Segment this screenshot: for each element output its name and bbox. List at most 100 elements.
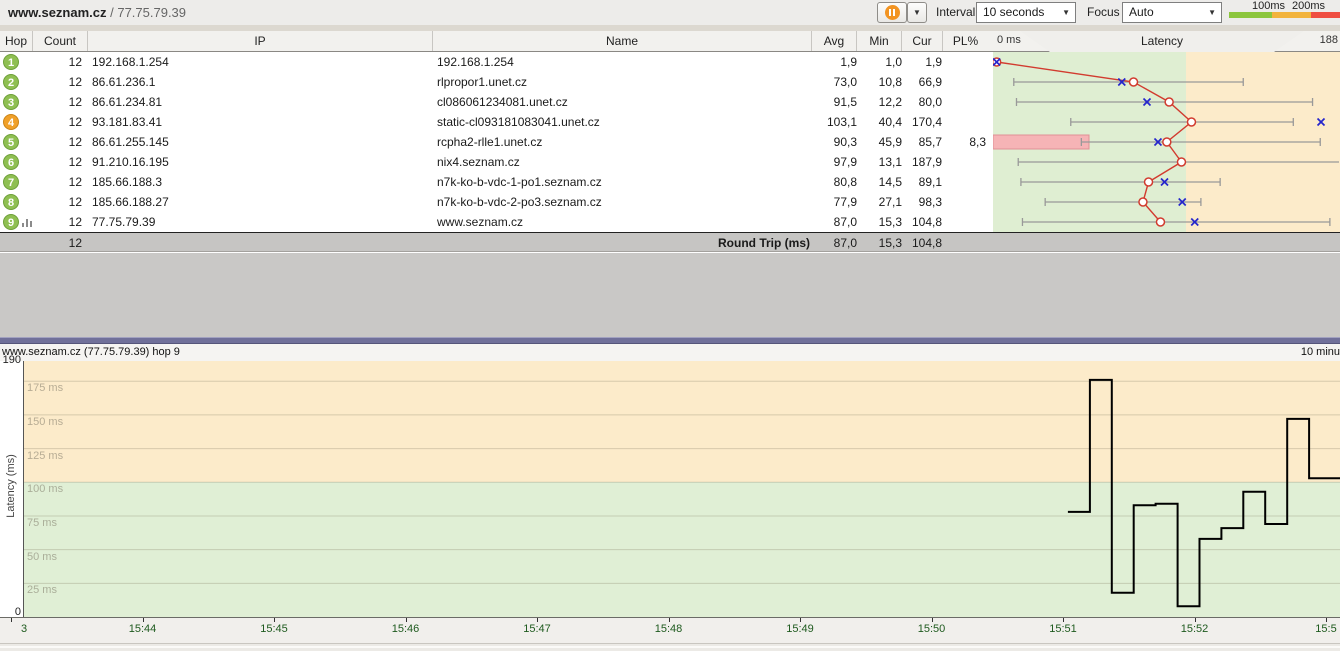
cur-cell: 1,9 <box>902 52 942 72</box>
cur-cell: 89,1 <box>902 172 942 192</box>
min-cell: 13,1 <box>857 152 902 172</box>
time-tick <box>1326 618 1327 622</box>
per-hop-latency-graph <box>993 52 1340 232</box>
count-cell: 12 <box>20 192 82 212</box>
time-tick <box>143 618 144 622</box>
min-cell: 40,4 <box>857 112 902 132</box>
time-tick <box>274 618 275 622</box>
chevron-down-icon: ▼ <box>1062 3 1070 22</box>
name-cell: static-cl093181083041.unet.cz <box>437 112 600 132</box>
ip-cell: 93.181.83.41 <box>92 112 162 132</box>
cur-cell: 85,7 <box>902 132 942 152</box>
avg-cell: 103,1 <box>800 112 857 132</box>
time-tick-label: 15:46 <box>384 623 428 635</box>
pl-cell <box>942 72 986 92</box>
count-cell: 12 <box>20 212 82 232</box>
ip-cell: 192.168.1.254 <box>92 52 169 72</box>
ip-cell: 185.66.188.27 <box>92 192 169 212</box>
latency-scale-min: 0 ms <box>997 34 1021 46</box>
time-tick-label: 15:49 <box>778 623 822 635</box>
panel-splitter[interactable] <box>0 337 1340 344</box>
pingplotter-window: www.seznam.cz / 77.75.79.39 ▼ Interval 1… <box>0 0 1340 651</box>
time-tick <box>1063 618 1064 622</box>
pause-icon <box>885 5 900 20</box>
pl-cell <box>942 172 986 192</box>
time-axis: 315:4415:4515:4615:4715:4815:4915:5015:5… <box>0 617 1340 643</box>
time-tick-label: 15:5 <box>1304 623 1340 635</box>
avg-cell: 80,8 <box>800 172 857 192</box>
ip-cell: 77.75.79.39 <box>92 212 155 232</box>
latency-column-title: Latency <box>1020 31 1304 52</box>
hop-number-badge: 2 <box>3 74 19 90</box>
name-cell: www.seznam.cz <box>437 212 523 232</box>
ip-cell: 86.61.255.145 <box>92 132 169 152</box>
grid-line-label: 125 ms <box>27 450 63 462</box>
pl-cell <box>942 52 986 72</box>
col-min: Min <box>857 31 902 51</box>
time-tick <box>537 618 538 622</box>
pl-cell <box>942 92 986 112</box>
name-cell: n7k-ko-b-vdc-1-po1.seznam.cz <box>437 172 602 192</box>
pl-cell <box>942 212 986 232</box>
hop-number-badge: 4 <box>3 114 19 130</box>
min-cell: 14,5 <box>857 172 902 192</box>
avg-cell: 77,9 <box>800 192 857 212</box>
grid-line-label: 50 ms <box>27 551 57 563</box>
col-count: Count <box>33 31 88 51</box>
timeline-range: 10 minu <box>1301 346 1340 358</box>
col-ip: IP <box>88 31 433 51</box>
time-tick <box>669 618 670 622</box>
cur-cell: 98,3 <box>902 192 942 212</box>
cur-cell: 66,9 <box>902 72 942 92</box>
round-trip-label: Round Trip (ms) <box>600 233 810 253</box>
time-tick-label: 3 <box>2 623 46 635</box>
interval-select[interactable]: 10 seconds ▼ <box>976 2 1076 23</box>
pause-dropdown-button[interactable]: ▼ <box>907 2 927 23</box>
target-host: www.seznam.cz <box>8 5 107 20</box>
hop-number-badge: 5 <box>3 134 19 150</box>
count-cell: 12 <box>20 92 82 112</box>
grid-line-label: 75 ms <box>27 517 57 529</box>
min-cell: 10,8 <box>857 72 902 92</box>
timeline-header: www.seznam.cz (77.75.79.39) hop 9 10 min… <box>0 344 1340 361</box>
min-cell: 45,9 <box>857 132 902 152</box>
toolbar: www.seznam.cz / 77.75.79.39 ▼ Interval 1… <box>0 0 1340 25</box>
pl-cell <box>942 112 986 132</box>
latency-color-legend: 100ms 200ms <box>1229 0 1340 25</box>
time-tick-label: 15:45 <box>252 623 296 635</box>
pause-button[interactable] <box>877 2 907 23</box>
name-cell: rlpropor1.unet.cz <box>437 72 527 92</box>
count-cell: 12 <box>20 72 82 92</box>
avg-cell: 87,0 <box>800 212 857 232</box>
ip-cell: 86.61.234.81 <box>92 92 162 112</box>
grid-line-label: 150 ms <box>27 416 63 428</box>
target-ip: 77.75.79.39 <box>117 5 186 20</box>
timeline-step-line <box>24 361 1340 617</box>
name-cell: cl086061234081.unet.cz <box>437 92 568 112</box>
time-tick-label: 15:52 <box>1173 623 1217 635</box>
pl-cell <box>942 192 986 212</box>
latency-scale-max: 188 <box>1320 34 1338 46</box>
time-tick <box>932 618 933 622</box>
ip-cell: 185.66.188.3 <box>92 172 162 192</box>
hop-number-badge: 9 <box>3 214 19 230</box>
col-avg: Avg <box>812 31 857 51</box>
cur-cell: 80,0 <box>902 92 942 112</box>
empty-area <box>0 253 1340 337</box>
count-cell: 12 <box>20 152 82 172</box>
avg-cell: 97,9 <box>800 152 857 172</box>
avg-cell: 91,5 <box>800 92 857 112</box>
focus-select[interactable]: Auto ▼ <box>1122 2 1222 23</box>
interval-label: Interval <box>936 0 975 25</box>
grid-line-label: 25 ms <box>27 584 57 596</box>
name-cell: n7k-ko-b-vdc-2-po3.seznam.cz <box>437 192 602 212</box>
grid-line-label: 175 ms <box>27 382 63 394</box>
name-cell: rcpha2-rlle1.unet.cz <box>437 132 542 152</box>
avg-cell: 73,0 <box>800 72 857 92</box>
ip-cell: 91.210.16.195 <box>92 152 169 172</box>
col-name: Name <box>433 31 812 51</box>
cur-cell: 187,9 <box>902 152 942 172</box>
name-cell: nix4.seznam.cz <box>437 152 520 172</box>
avg-cell: 1,9 <box>800 52 857 72</box>
pl-cell: 8,3 <box>942 132 986 152</box>
